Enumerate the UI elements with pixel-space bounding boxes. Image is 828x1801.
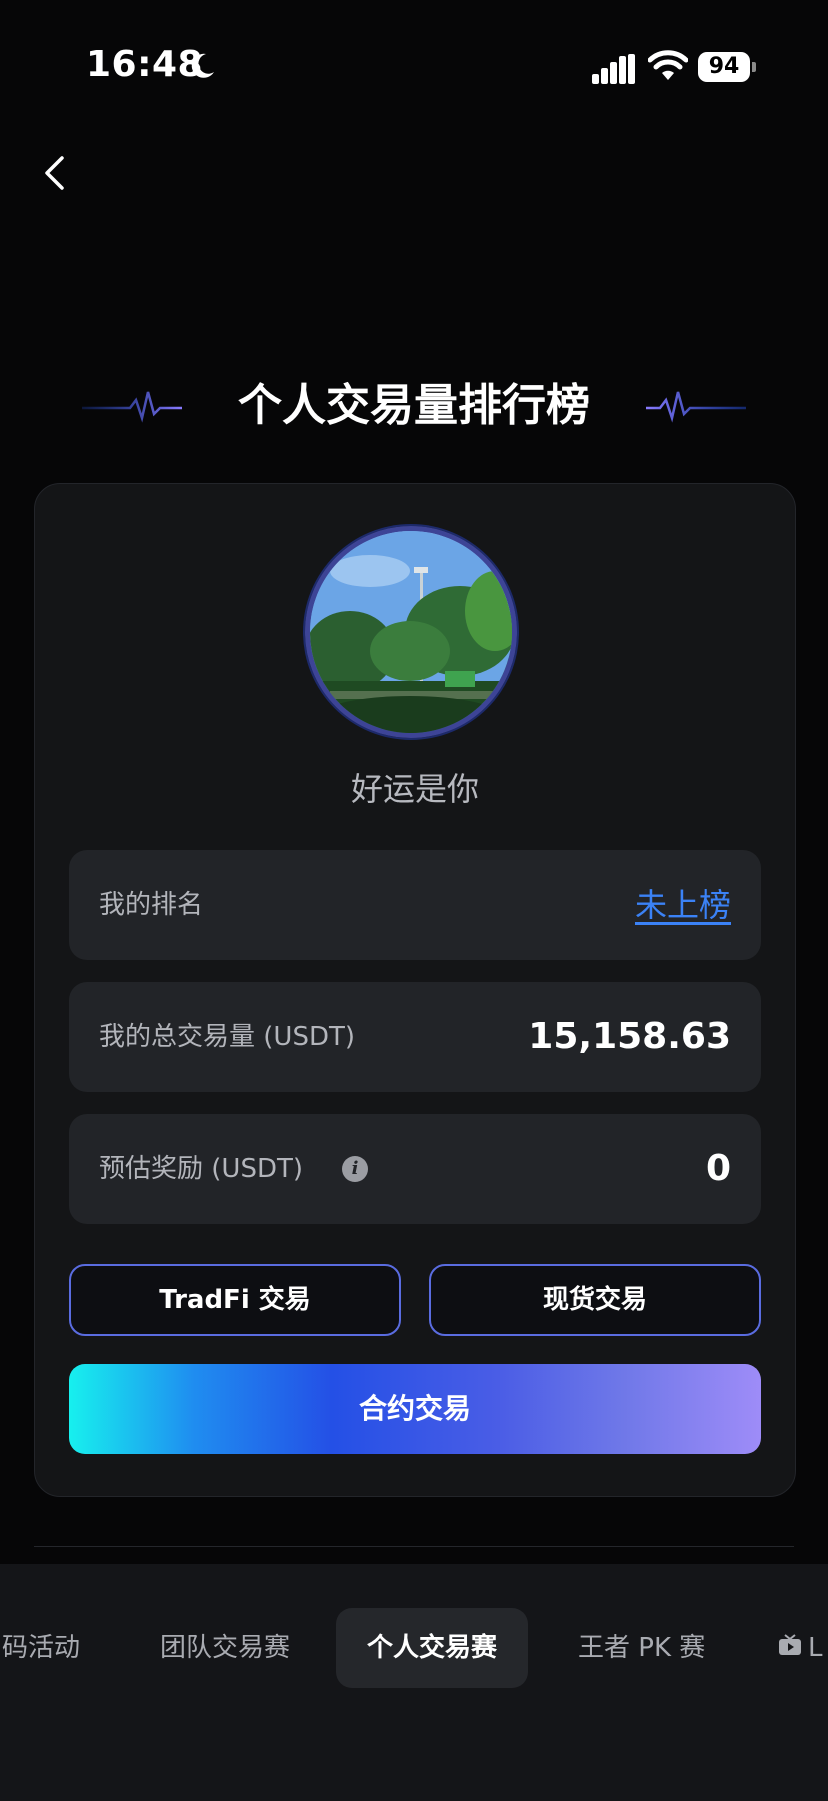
tab-king-pk[interactable]: 王者 PK 赛 [578, 1608, 705, 1688]
tab-personal-competition[interactable]: 个人交易赛 [336, 1608, 528, 1688]
tab-code-activity[interactable]: 码活动 [2, 1608, 80, 1688]
spot-trade-button[interactable]: 现货交易 [429, 1264, 761, 1336]
heartbeat-line-icon [646, 391, 746, 423]
reward-value: 0 [705, 1148, 731, 1189]
page-title-row: 个人交易量排行榜 [0, 376, 828, 436]
tab-bar: 码活动 团队交易赛 个人交易赛 王者 PK 赛 L [0, 1564, 828, 1801]
signal-icon [592, 54, 635, 84]
reward-row: 预估奖励 (USDT) i 0 [69, 1114, 761, 1224]
moon-icon [191, 53, 214, 78]
rank-label: 我的排名 [99, 890, 204, 920]
rank-row: 我的排名 未上榜 [69, 850, 761, 960]
divider [34, 1546, 794, 1547]
battery-level: 94 [708, 54, 740, 79]
tab-live[interactable]: L [808, 1608, 823, 1688]
status-bar: 16:48 94 [0, 0, 828, 130]
volume-value: 15,158.63 [528, 1016, 731, 1057]
live-tv-icon[interactable] [778, 1634, 802, 1656]
rank-link[interactable]: 未上榜 [635, 850, 731, 960]
battery-icon: 94 [698, 52, 756, 82]
info-icon[interactable]: i [342, 1156, 368, 1182]
tradfi-trade-button[interactable]: TradFi 交易 [69, 1264, 401, 1336]
reward-label: 预估奖励 (USDT) [99, 1154, 303, 1184]
futures-trade-button[interactable]: 合约交易 [69, 1364, 761, 1454]
profile-card: 好运是你 我的排名 未上榜 我的总交易量 (USDT) 15,158.63 预估… [34, 483, 796, 1497]
volume-row: 我的总交易量 (USDT) 15,158.63 [69, 982, 761, 1092]
avatar-photo [310, 531, 512, 733]
username: 好运是你 [350, 770, 479, 808]
back-button[interactable] [32, 148, 76, 198]
avatar [305, 526, 517, 738]
volume-label: 我的总交易量 (USDT) [99, 1022, 355, 1052]
back-chevron-icon [45, 156, 64, 190]
wifi-icon [648, 50, 688, 80]
tab-team-competition[interactable]: 团队交易赛 [160, 1608, 290, 1688]
